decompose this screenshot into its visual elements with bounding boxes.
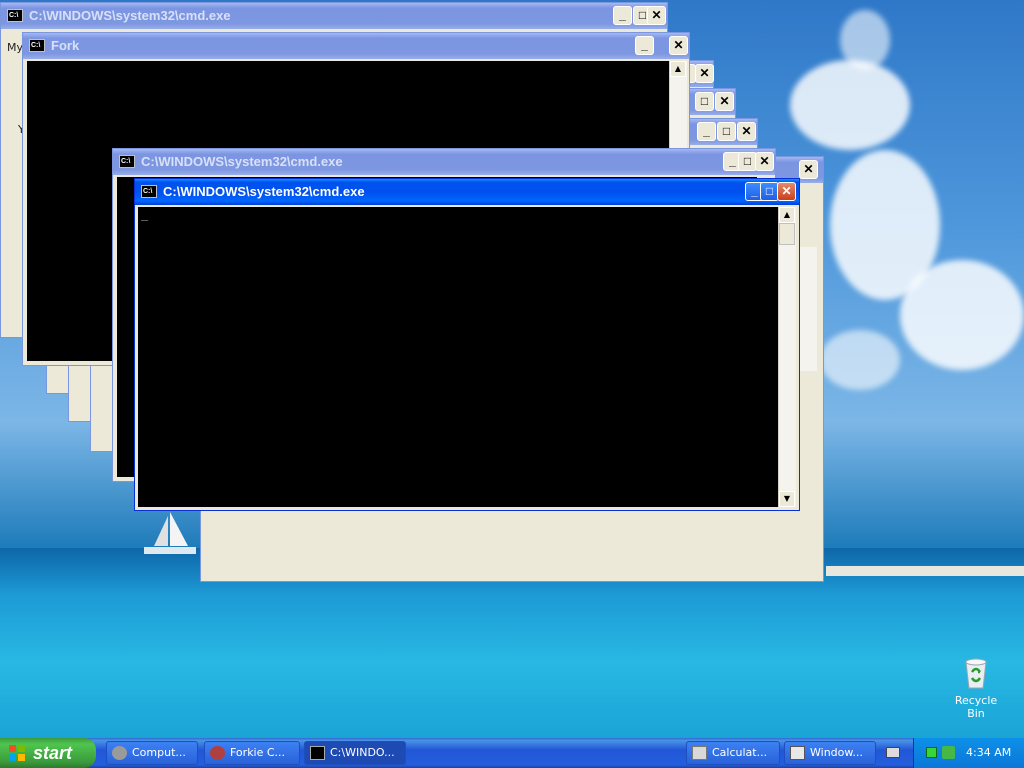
console-output[interactable]: _ <box>138 207 778 507</box>
windows-flag-icon <box>9 745 25 761</box>
vertical-scrollbar[interactable]: ▲ ▼ <box>778 207 796 507</box>
vertical-scrollbar[interactable] <box>799 247 817 371</box>
calculator-icon <box>692 746 707 760</box>
start-label: start <box>33 743 73 763</box>
taskbar-item-forkie[interactable]: Forkie C... <box>204 741 300 765</box>
recycle-bin-icon <box>965 658 987 689</box>
cloud <box>840 10 890 70</box>
close-button[interactable]: ✕ <box>647 6 666 25</box>
scroll-thumb[interactable] <box>779 223 795 245</box>
minimize-button[interactable]: _ <box>635 36 654 55</box>
text-cursor: _ <box>141 207 149 221</box>
recycle-bin[interactable]: Recycle Bin <box>946 656 1006 720</box>
minimize-button[interactable]: _ <box>697 122 716 141</box>
taskbar-item-label: Window... <box>810 746 863 759</box>
window-titlebar[interactable]: C:\ C:\WINDOWS\system32\cmd.exe _ □ ✕ <box>1 3 667 29</box>
task-manager-icon <box>790 746 805 760</box>
clock[interactable]: 4:34 AM <box>966 738 1011 768</box>
command-prompt-icon: C:\ <box>29 39 45 52</box>
taskbar-item-label: Forkie C... <box>230 746 286 759</box>
taskbar-item-windows[interactable]: Window... <box>784 741 876 765</box>
taskbar-item-computer[interactable]: Comput... <box>106 741 198 765</box>
cloud <box>900 260 1024 370</box>
taskbar-item-cmd[interactable]: C:\WINDO... <box>304 741 406 765</box>
command-prompt-icon: C:\ <box>7 9 23 22</box>
desktop-text-partial: My <box>7 41 24 54</box>
safely-remove-icon[interactable] <box>942 746 955 759</box>
scroll-up-button[interactable]: ▲ <box>779 207 795 223</box>
computer-management-icon <box>112 746 127 760</box>
command-prompt-icon: C:\ <box>119 155 135 168</box>
maximize-button[interactable]: □ <box>695 92 714 111</box>
scroll-up-button[interactable]: ▲ <box>670 61 686 77</box>
command-prompt-icon <box>310 746 325 760</box>
maximize-button[interactable]: □ <box>717 122 736 141</box>
sailboat <box>144 512 196 554</box>
close-button[interactable]: ✕ <box>715 92 734 111</box>
taskbar: start Comput... Forkie C... C:\WINDO... … <box>0 738 1024 768</box>
keyboard-icon[interactable] <box>886 747 900 758</box>
system-tray: 4:34 AM <box>913 738 1024 768</box>
taskbar-item-label: Calculat... <box>712 746 768 759</box>
forkie-icon <box>210 746 225 760</box>
cloud <box>820 330 900 390</box>
minimize-button[interactable]: _ <box>613 6 632 25</box>
command-prompt-icon: C:\ <box>141 185 157 198</box>
active-cmd-window[interactable]: C:\ C:\WINDOWS\system32\cmd.exe _ □ ✕ _ … <box>134 178 800 511</box>
taskbar-item-label: Comput... <box>132 746 186 759</box>
window-title: Fork <box>51 38 80 53</box>
window-title: C:\WINDOWS\system32\cmd.exe <box>163 184 365 199</box>
close-button[interactable]: ✕ <box>669 36 688 55</box>
scroll-down-button[interactable]: ▼ <box>779 491 795 507</box>
window-title: C:\WINDOWS\system32\cmd.exe <box>141 154 343 169</box>
close-button[interactable]: ✕ <box>799 160 818 179</box>
window-titlebar[interactable]: C:\ C:\WINDOWS\system32\cmd.exe _ □ ✕ <box>135 179 799 205</box>
recycle-bin-label: Recycle Bin <box>954 694 998 720</box>
window-titlebar[interactable]: C:\ C:\WINDOWS\system32\cmd.exe _ □ ✕ <box>113 149 775 175</box>
taskbar-item-label: C:\WINDO... <box>330 746 395 759</box>
start-button[interactable]: start <box>0 738 96 768</box>
close-button[interactable]: ✕ <box>737 122 756 141</box>
window-titlebar[interactable]: C:\ Fork _ ✕ <box>23 33 689 59</box>
close-button[interactable]: ✕ <box>755 152 774 171</box>
cloud <box>790 60 910 150</box>
close-button[interactable]: ✕ <box>777 182 796 201</box>
close-button[interactable]: ✕ <box>695 64 714 83</box>
window-title: C:\WINDOWS\system32\cmd.exe <box>29 8 231 23</box>
taskbar-item-calculator[interactable]: Calculat... <box>686 741 780 765</box>
network-status-icon[interactable] <box>926 747 937 758</box>
shore <box>826 566 1024 576</box>
